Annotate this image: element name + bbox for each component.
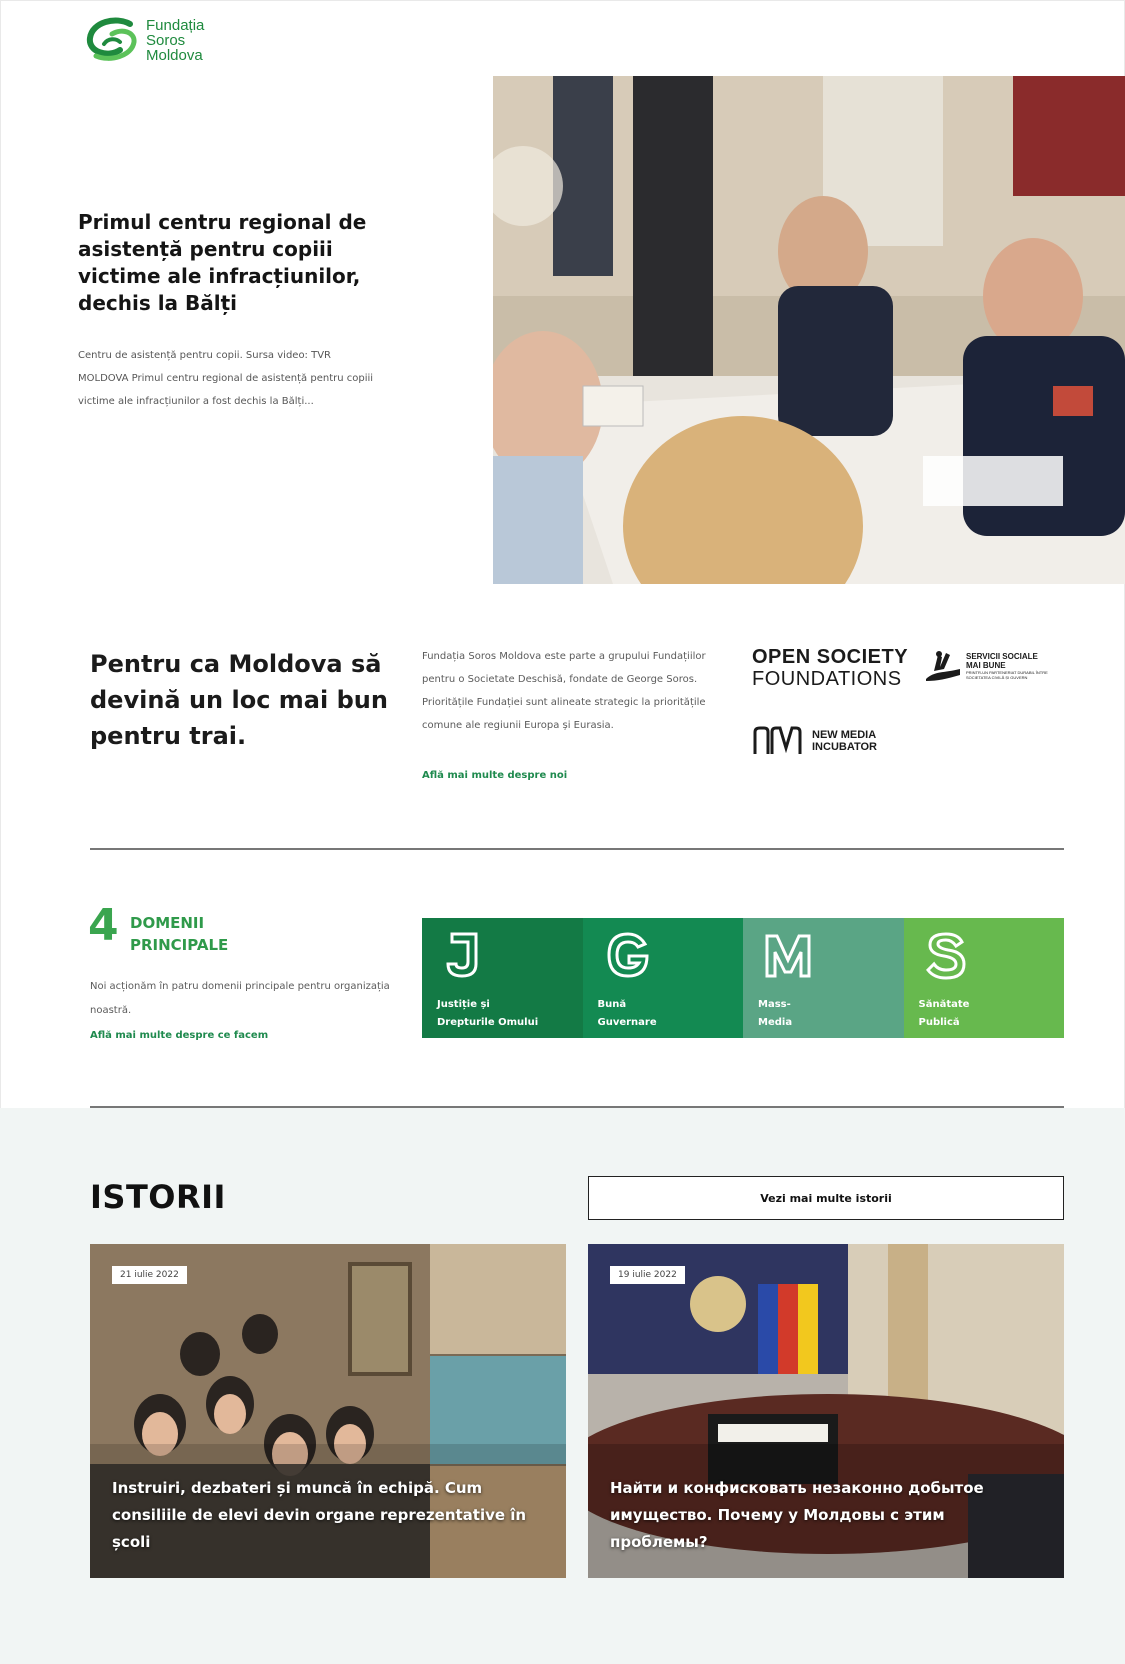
hero-photo-illustration [493,76,1125,584]
domain-label-line-2: Publică [918,1017,960,1028]
about-more-link[interactable]: Află mai multe despre noi [422,770,567,781]
domain-label-justitie: Justiție și Drepturile Omului [437,996,577,1032]
story-title[interactable]: Instruiri, dezbateri și muncă în echipă.… [112,1475,542,1556]
hero-photo[interactable] [493,76,1125,584]
story-card[interactable]: 19 iulie 2022 Найти и конфисковать незак… [588,1244,1064,1578]
ssmb-text: SERVICII SOCIALE MAI BUNE PRINTR-UN PART… [966,652,1066,680]
domain-label-guvernare: Bună Guvernare [598,996,738,1032]
domain-tile-guvernare[interactable]: Bună Guvernare [582,918,743,1038]
nmi-logo-icon [753,726,802,754]
about-description: Fundația Soros Moldova este parte a grup… [422,651,706,731]
osf-line-2: FOUNDATIONS [752,668,902,690]
story-card[interactable]: 21 iulie 2022 Instruiri, dezbateri și mu… [90,1244,566,1578]
section-divider [90,1106,1064,1108]
letter-g-icon [606,932,649,978]
domains-tiles: Justiție și Drepturile Omului Bună Guver… [422,918,1064,1038]
domains-description: Noi acționăm în patru domenii principale… [90,981,390,1016]
domain-label-line-2: Drepturile Omului [437,1017,539,1028]
domain-tile-justitie[interactable]: Justiție și Drepturile Omului [422,918,583,1038]
domain-label-sanatate: Sănătate Publică [919,996,1059,1032]
nmi-line-2: INCUBATOR [812,741,877,753]
domains-number: 4 [88,900,119,951]
logo[interactable]: Fundația Soros Moldova [86,14,226,66]
logo-line-2: Soros [146,31,186,49]
partner-open-society-foundations[interactable]: OPEN SOCIETY FOUNDATIONS [752,646,908,690]
story-date-badge: 19 iulie 2022 [610,1266,685,1284]
logo-swirl-icon [86,17,137,61]
domains-heading: DOMENII PRINCIPALE [130,912,228,956]
partner-new-media-incubator[interactable]: NEW MEDIA INCUBATOR [752,726,877,756]
more-stories-button[interactable]: Vezi mai multe istorii [588,1176,1064,1220]
nmi-line-1: NEW MEDIA [812,729,877,741]
ssmb-subline: PRINTR-UN PARTENERIAT DURABIL ÎNTRE SOCI… [966,670,1048,680]
letter-s-icon [925,932,966,980]
letter-m-icon [765,934,811,978]
domain-label-line-1: Mass- [758,999,791,1010]
osf-line-1: OPEN SOCIETY [752,646,909,668]
domains-more-link[interactable]: Află mai multe despre ce facem [90,1030,268,1041]
domain-label-mass-media: Mass- Media [758,996,898,1032]
domain-label-line-1: Sănătate [918,999,970,1010]
story-title[interactable]: Найти и конфисковать незаконно добытое и… [610,1475,1040,1556]
letter-j-icon [446,932,478,978]
partner-servicii-sociale[interactable]: SERVICII SOCIALE MAI BUNE PRINTR-UN PART… [924,649,1066,683]
story-date-badge: 21 iulie 2022 [112,1266,187,1284]
logo-line-3: Moldova [146,46,203,64]
logo-line-1: Fundația [146,16,205,34]
domain-label-line-2: Media [758,1017,793,1028]
domains-heading-line-2: PRINCIPALE [130,936,229,954]
domain-label-line-1: Bună [597,999,627,1010]
hero-title[interactable]: Primul centru regional de asistență pent… [78,209,378,317]
logo-text: Fundația Soros Moldova [146,18,204,63]
stories-title: ISTORII [90,1178,226,1216]
ssmb-line-2: MAI BUNE [966,661,1006,670]
hands-icon [926,651,960,681]
nmi-text: NEW MEDIA INCUBATOR [812,729,877,753]
domain-tile-mass-media[interactable]: Mass- Media [743,918,904,1038]
domain-label-line-1: Justiție și [437,999,490,1010]
domains-heading-line-1: DOMENII [130,914,205,932]
about-title: Pentru ca Moldova să devină un loc mai b… [90,650,388,750]
section-divider [90,848,1064,850]
ssmb-line-1: SERVICII SOCIALE [966,652,1038,661]
hero-description: Centru de asistență pentru copii. Sursa … [78,350,374,407]
domain-tile-sanatate[interactable]: Sănătate Publică [903,918,1064,1038]
domain-label-line-2: Guvernare [597,1017,657,1028]
